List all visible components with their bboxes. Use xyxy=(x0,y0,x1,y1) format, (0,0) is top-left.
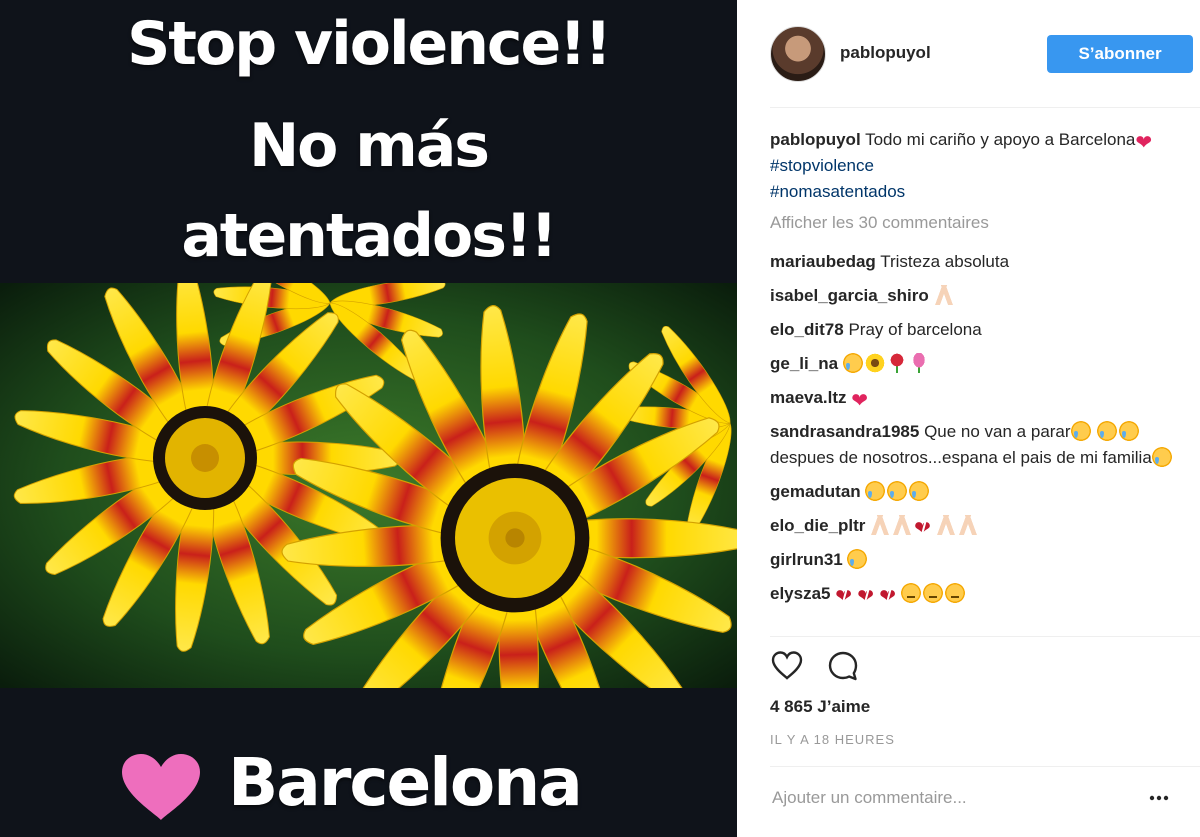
speech-bubble-icon[interactable] xyxy=(826,650,860,684)
tulip-emoji-icon xyxy=(908,353,929,373)
comment-username[interactable]: elo_die_pltr xyxy=(770,516,865,535)
praying-hands-emoji-icon xyxy=(870,515,891,535)
red-heart-emoji-icon xyxy=(1135,131,1155,151)
praying-hands-emoji-icon xyxy=(958,515,979,535)
pink-heart-icon xyxy=(122,754,200,820)
post-sidebar: pablopuyol S’abonner pablopuyol Todo mi … xyxy=(737,0,1200,837)
comment-box-divider xyxy=(770,766,1200,767)
pensive-face-emoji-icon xyxy=(901,583,922,603)
post-timestamp[interactable]: IL Y A 18 HEURES xyxy=(770,732,895,747)
ellipsis-icon[interactable] xyxy=(1142,784,1176,812)
crying-face-emoji-icon xyxy=(865,481,886,501)
praying-hands-emoji-icon xyxy=(933,285,954,305)
comment-text: despues de nosotros...espana el pais de … xyxy=(770,448,1152,467)
comment-username[interactable]: elo_dit78 xyxy=(770,320,844,339)
comment-username[interactable]: gemadutan xyxy=(770,482,861,501)
crying-face-emoji-icon xyxy=(1097,421,1118,441)
comment-item: elo_die_pltr xyxy=(770,513,1180,539)
praying-hands-emoji-icon xyxy=(936,515,957,535)
likes-count[interactable]: 4 865 J’aime xyxy=(770,697,870,717)
red-heart-emoji-icon xyxy=(851,389,871,409)
crying-face-emoji-icon xyxy=(1119,421,1140,441)
comment-item: girlrun31 xyxy=(770,547,1180,573)
comment-text: Tristeza absoluta xyxy=(880,252,1010,271)
crying-face-emoji-icon xyxy=(847,549,868,569)
comment-username[interactable]: isabel_garcia_shiro xyxy=(770,286,929,305)
avatar[interactable] xyxy=(770,26,826,82)
rose-emoji-icon xyxy=(886,353,907,373)
view-all-comments-link[interactable]: Afficher les 30 commentaires xyxy=(770,213,989,233)
image-text-line-3: atentados!! xyxy=(181,201,557,271)
comment-item: gemadutan xyxy=(770,479,1180,505)
comment-username[interactable]: mariaubedag xyxy=(770,252,876,271)
hashtag-link[interactable]: #nomasatentados xyxy=(770,182,905,201)
image-text-line-1: Stop violence!! xyxy=(127,9,612,79)
pensive-face-emoji-icon xyxy=(923,583,944,603)
comment-username[interactable]: ge_li_na xyxy=(770,354,838,373)
crying-face-emoji-icon xyxy=(909,481,930,501)
follow-button[interactable]: S’abonner xyxy=(1047,35,1193,73)
flower-photo xyxy=(0,283,737,688)
broken-heart-emoji-icon xyxy=(835,585,855,605)
praying-hands-emoji-icon xyxy=(892,515,913,535)
crying-face-emoji-icon xyxy=(1151,447,1172,467)
comment-username[interactable]: girlrun31 xyxy=(770,550,843,569)
post-image: Stop violence!! No más atentados!! Barce… xyxy=(0,0,737,837)
actions-divider xyxy=(770,636,1200,637)
caption-username[interactable]: pablopuyol xyxy=(770,130,861,149)
caption-text: Todo mi cariño y apoyo a Barcelona xyxy=(865,130,1136,149)
image-text-city: Barcelona xyxy=(228,744,583,821)
add-comment-input[interactable] xyxy=(770,782,1134,814)
post-actions xyxy=(770,650,970,684)
comment-item: isabel_garcia_shiro xyxy=(770,283,1180,309)
crying-face-emoji-icon xyxy=(887,481,908,501)
image-text-line-2: No más xyxy=(248,111,490,181)
comment-item: sandrasandra1985 Que no van a parar desp… xyxy=(770,419,1180,471)
header-divider xyxy=(770,107,1200,108)
sunflower-emoji-icon xyxy=(864,353,885,373)
broken-heart-emoji-icon xyxy=(857,585,877,605)
post-caption: pablopuyol Todo mi cariño y apoyo a Barc… xyxy=(770,127,1175,205)
comment-item: mariaubedag Tristeza absoluta xyxy=(770,249,1180,275)
comment-username[interactable]: maeva.ltz xyxy=(770,388,847,407)
pensive-face-emoji-icon xyxy=(945,583,966,603)
hashtag-link[interactable]: #stopviolence xyxy=(770,156,874,175)
crying-face-emoji-icon xyxy=(842,353,863,373)
header-username[interactable]: pablopuyol xyxy=(840,43,931,63)
comment-item: maeva.ltz xyxy=(770,385,1180,411)
comment-text: Que no van a parar xyxy=(924,422,1071,441)
comment-username[interactable]: sandrasandra1985 xyxy=(770,422,919,441)
broken-heart-emoji-icon xyxy=(914,517,934,537)
comment-list: mariaubedag Tristeza absoluta isabel_gar… xyxy=(770,249,1180,615)
post-header: pablopuyol S’abonner xyxy=(737,0,1200,108)
crying-face-emoji-icon xyxy=(1070,421,1091,441)
comment-username[interactable]: elysza5 xyxy=(770,584,831,603)
heart-outline-icon[interactable] xyxy=(770,650,804,684)
comment-item: elo_dit78 Pray of barcelona xyxy=(770,317,1180,343)
comment-item: elysza5 xyxy=(770,581,1180,607)
broken-heart-emoji-icon xyxy=(879,585,899,605)
comment-text: Pray of barcelona xyxy=(848,320,982,339)
comment-item: ge_li_na xyxy=(770,351,1180,377)
